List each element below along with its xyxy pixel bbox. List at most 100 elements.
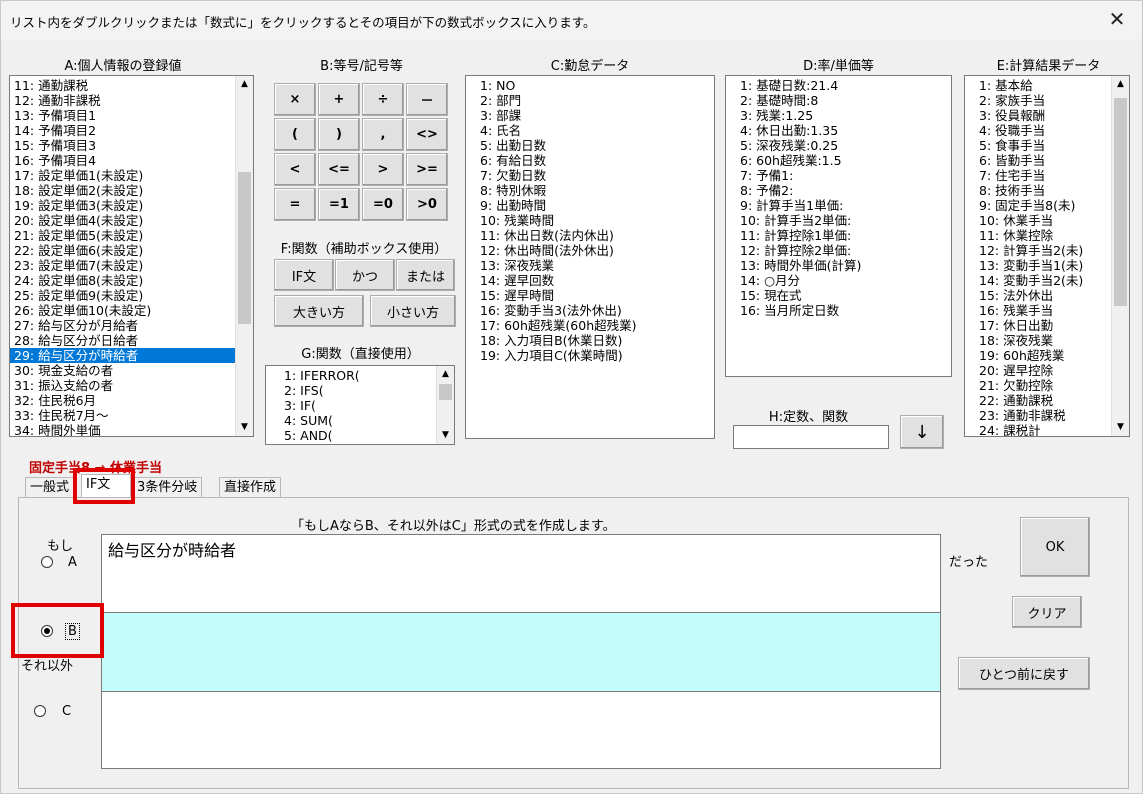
- list-a[interactable]: 11: 通勤課税 12: 通勤非課税 13: 予備項目1 14: 予備項目2 15: 予…: [9, 75, 254, 437]
- list-g[interactable]: 1: IFERROR(2: IFS(3: IF(4: SUM(5: AND( ▲…: [265, 365, 455, 445]
- list-item[interactable]: 11: 休業控除: [965, 228, 1111, 243]
- list-item[interactable]: 12: 通勤非課税: [10, 93, 235, 108]
- list-item[interactable]: 34: 時間外単価: [10, 423, 235, 436]
- list-item[interactable]: 1: NO: [466, 78, 714, 93]
- symbol-button[interactable]: <=: [318, 153, 360, 186]
- list-item[interactable]: 8: 予備2:: [726, 183, 951, 198]
- list-item[interactable]: 2: 基礎時間:8: [726, 93, 951, 108]
- list-item[interactable]: 3: 残業:1.25: [726, 108, 951, 123]
- list-item[interactable]: 14: 遅早回数: [466, 273, 714, 288]
- list-item[interactable]: 13: 予備項目1: [10, 108, 235, 123]
- list-c[interactable]: 1: NO 2: 部門 3: 部課 4: 氏名 5: 出勤日数 6: 有給日数 7: 欠勤日…: [465, 75, 715, 439]
- list-item[interactable]: 20: 設定単価4(未設定): [10, 213, 235, 228]
- clear-button[interactable]: クリア: [1012, 596, 1082, 628]
- list-item[interactable]: 15: 法外休出: [965, 288, 1111, 303]
- list-item[interactable]: 13: 時間外単価(計算): [726, 258, 951, 273]
- list-item[interactable]: 21: 設定単価5(未設定): [10, 228, 235, 243]
- symbol-button[interactable]: ÷: [362, 83, 404, 116]
- scroll-down-icon[interactable]: ▼: [236, 419, 253, 436]
- list-item[interactable]: 7: 欠勤日数: [466, 168, 714, 183]
- list-item[interactable]: 4: 休日出勤:1.35: [726, 123, 951, 138]
- list-item[interactable]: 16: 予備項目4: [10, 153, 235, 168]
- close-icon[interactable]: ✕: [1100, 4, 1134, 34]
- list-item[interactable]: 15: 現在式: [726, 288, 951, 303]
- list-item[interactable]: 3: 役員報酬: [965, 108, 1111, 123]
- symbol-button[interactable]: =: [274, 188, 316, 221]
- list-item[interactable]: 25: 設定単価9(未設定): [10, 288, 235, 303]
- list-item[interactable]: 14: ○月分: [726, 273, 951, 288]
- value-c-box[interactable]: [101, 691, 941, 769]
- scroll-up-icon[interactable]: ▲: [1112, 76, 1129, 93]
- list-item[interactable]: 29: 給与区分が時給者: [10, 348, 235, 363]
- scroll-up-icon[interactable]: ▲: [236, 76, 253, 93]
- ok-button[interactable]: OK: [1020, 517, 1090, 577]
- list-item[interactable]: 19: 60h超残業: [965, 348, 1111, 363]
- list-item[interactable]: 12: 計算控除2単価:: [726, 243, 951, 258]
- list-item[interactable]: 5: 出勤日数: [466, 138, 714, 153]
- list-item[interactable]: 26: 設定単価10(未設定): [10, 303, 235, 318]
- tab-general[interactable]: 一般式: [25, 477, 75, 497]
- list-g-scrollbar[interactable]: ▲ ▼: [436, 366, 454, 444]
- and-function-button[interactable]: かつ: [335, 259, 395, 291]
- list-item[interactable]: 6: 60h超残業:1.5: [726, 153, 951, 168]
- list-e-scrollbar[interactable]: ▲ ▼: [1111, 76, 1129, 436]
- list-item[interactable]: 21: 欠勤控除: [965, 378, 1111, 393]
- list-item[interactable]: 13: 深夜残業: [466, 258, 714, 273]
- list-item[interactable]: 13: 変動手当1(未): [965, 258, 1111, 273]
- symbol-button[interactable]: =1: [318, 188, 360, 221]
- tab-three-way[interactable]: 3条件分岐: [132, 477, 203, 497]
- list-item[interactable]: 6: 皆勤手当: [965, 153, 1111, 168]
- value-b-box[interactable]: [101, 612, 941, 692]
- radio-a[interactable]: [41, 556, 53, 568]
- symbol-button[interactable]: －: [406, 83, 448, 116]
- scroll-up-icon[interactable]: ▲: [437, 366, 454, 383]
- list-item[interactable]: 5: AND(: [280, 428, 436, 443]
- symbol-button[interactable]: <>: [406, 118, 448, 151]
- list-item[interactable]: 8: 特別休暇: [466, 183, 714, 198]
- list-item[interactable]: 11: 通勤課税: [10, 78, 235, 93]
- list-item[interactable]: 6: 有給日数: [466, 153, 714, 168]
- list-item[interactable]: 10: 休業手当: [965, 213, 1111, 228]
- list-item[interactable]: 12: 計算手当2(未): [965, 243, 1111, 258]
- list-item[interactable]: 10: 計算手当2単価:: [726, 213, 951, 228]
- list-item[interactable]: 2: 部門: [466, 93, 714, 108]
- list-item[interactable]: 22: 設定単価6(未設定): [10, 243, 235, 258]
- list-item[interactable]: 22: 通勤課税: [965, 393, 1111, 408]
- or-function-button[interactable]: または: [396, 259, 455, 291]
- list-item[interactable]: 27: 給与区分が月給者: [10, 318, 235, 333]
- list-item[interactable]: 4: SUM(: [280, 413, 436, 428]
- list-item[interactable]: 16: 残業手当: [965, 303, 1111, 318]
- list-d[interactable]: 1: 基礎日数:21.4 2: 基礎時間:8 3: 残業:1.25 4: 休日出勤:1…: [725, 75, 952, 377]
- list-item[interactable]: 2: IFS(: [280, 383, 436, 398]
- tab-direct[interactable]: 直接作成: [219, 477, 282, 497]
- list-item[interactable]: 11: 休出日数(法内休出): [466, 228, 714, 243]
- max-function-button[interactable]: 大きい方: [274, 295, 364, 327]
- list-item[interactable]: 15: 予備項目3: [10, 138, 235, 153]
- list-item[interactable]: 8: 技術手当: [965, 183, 1111, 198]
- list-item[interactable]: 32: 住民税6月: [10, 393, 235, 408]
- list-item[interactable]: 10: 残業時間: [466, 213, 714, 228]
- scroll-down-icon[interactable]: ▼: [437, 427, 454, 444]
- symbol-button[interactable]: +: [318, 83, 360, 116]
- list-item[interactable]: 17: 60h超残業(60h超残業): [466, 318, 714, 333]
- list-item[interactable]: 4: 役職手当: [965, 123, 1111, 138]
- symbol-button[interactable]: >0: [406, 188, 448, 221]
- list-item[interactable]: 24: 設定単価8(未設定): [10, 273, 235, 288]
- list-e[interactable]: 1: 基本給 2: 家族手当 3: 役員報酬 4: 役職手当 5: 食事手当 6: 皆勤手…: [964, 75, 1130, 437]
- list-item[interactable]: 3: 部課: [466, 108, 714, 123]
- list-item[interactable]: 23: 設定単価7(未設定): [10, 258, 235, 273]
- list-item[interactable]: 17: 設定単価1(未設定): [10, 168, 235, 183]
- if-function-button[interactable]: IF文: [274, 259, 334, 291]
- list-item[interactable]: 18: 深夜残業: [965, 333, 1111, 348]
- list-item[interactable]: 23: 通勤非課税: [965, 408, 1111, 423]
- list-item[interactable]: 24: 課税計: [965, 423, 1111, 436]
- undo-button[interactable]: ひとつ前に戻す: [958, 657, 1090, 690]
- list-item[interactable]: 12: 休出時間(法外休出): [466, 243, 714, 258]
- min-function-button[interactable]: 小さい方: [370, 295, 456, 327]
- list-item[interactable]: 5: 深夜残業:0.25: [726, 138, 951, 153]
- list-item[interactable]: 2: 家族手当: [965, 93, 1111, 108]
- symbol-button[interactable]: (: [274, 118, 316, 151]
- list-item[interactable]: 20: 遅早控除: [965, 363, 1111, 378]
- list-item[interactable]: 19: 設定単価3(未設定): [10, 198, 235, 213]
- list-item[interactable]: 19: 入力項目C(休業時間): [466, 348, 714, 363]
